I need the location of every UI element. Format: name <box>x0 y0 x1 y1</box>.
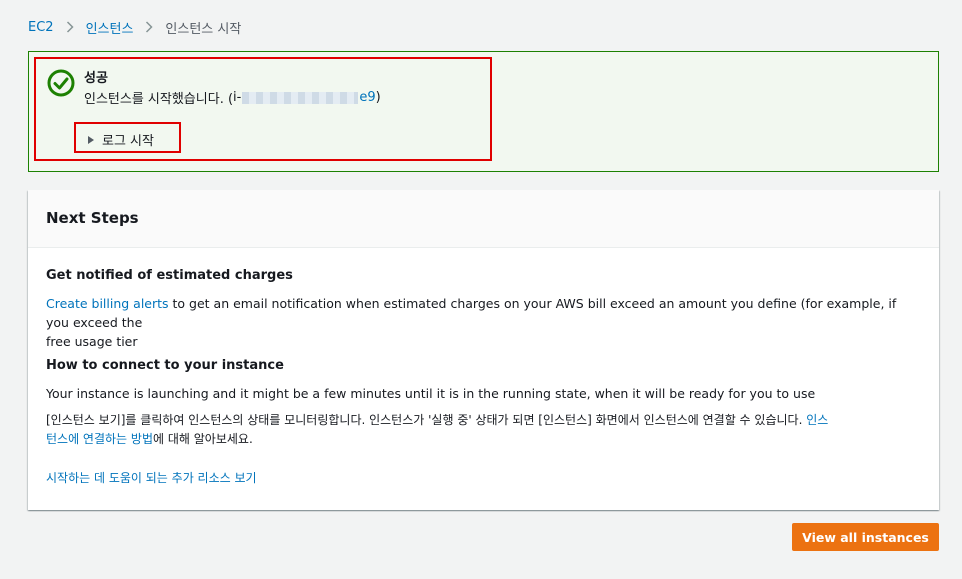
instance-id-link[interactable]: e9 <box>359 90 375 105</box>
launch-log-label: 로그 시작 <box>102 134 154 149</box>
flash-title: 성공 <box>84 71 108 86</box>
connect-korean-text: [인스턴스 보기]를 클릭하여 인스턴스의 상태를 모니터링합니다. 인스턴스가… <box>46 411 916 449</box>
check-circle-icon <box>47 69 75 97</box>
flash-message-text: 인스턴스를 시작했습니다. ( <box>84 92 234 107</box>
chevron-right-icon <box>66 21 74 33</box>
charges-text-line1: to get an email notification when estima… <box>46 296 897 330</box>
resources-row: 시작하는 데 도움이 되는 추가 리소스 보기 <box>46 469 916 488</box>
charges-text-line2: free usage tier <box>46 334 138 349</box>
view-all-instances-button[interactable]: View all instances <box>792 523 939 551</box>
connect-korean-line1: [인스턴스 보기]를 클릭하여 인스턴스의 상태를 모니터링합니다. 인스턴스가… <box>46 413 807 427</box>
breadcrumb: EC2 인스턴스 인스턴스 시작 <box>28 18 242 37</box>
ec2-launch-status-page: EC2 인스턴스 인스턴스 시작 성공 인스턴스를 시작했습니다. ( i- e… <box>0 0 962 579</box>
additional-resources-link[interactable]: 시작하는 데 도움이 되는 추가 리소스 보기 <box>46 471 257 485</box>
connect-instance-link-part1[interactable]: 인스 <box>806 413 828 427</box>
panel-header: Next Steps <box>28 190 939 248</box>
breadcrumb-current: 인스턴스 시작 <box>165 21 242 37</box>
chevron-right-icon <box>145 21 153 33</box>
create-billing-alerts-link[interactable]: Create billing alerts <box>46 296 169 311</box>
redacted-instance-id <box>242 91 359 104</box>
flash-message-close-paren: ) <box>375 90 381 105</box>
flash-message: 인스턴스를 시작했습니다. ( i- e9 ) <box>84 88 381 107</box>
charges-heading: Get notified of estimated charges <box>46 268 293 283</box>
next-steps-panel: Next Steps Get notified of estimated cha… <box>28 190 939 510</box>
launch-log-toggle[interactable]: 로그 시작 <box>88 130 154 149</box>
connect-korean-line2: 에 대해 알아보세요. <box>153 432 253 446</box>
breadcrumb-instances[interactable]: 인스턴스 <box>86 18 134 37</box>
connect-instance-link-part2[interactable]: 턴스에 연결하는 방법 <box>46 432 153 446</box>
connect-text: Your instance is launching and it might … <box>46 386 816 401</box>
charges-text: Create billing alerts to get an email no… <box>46 294 916 351</box>
breadcrumb-ec2[interactable]: EC2 <box>28 20 54 35</box>
instance-id-prefix: i- <box>233 90 242 105</box>
panel-title: Next Steps <box>46 209 139 227</box>
connect-heading: How to connect to your instance <box>46 358 284 373</box>
caret-right-icon <box>88 136 94 144</box>
